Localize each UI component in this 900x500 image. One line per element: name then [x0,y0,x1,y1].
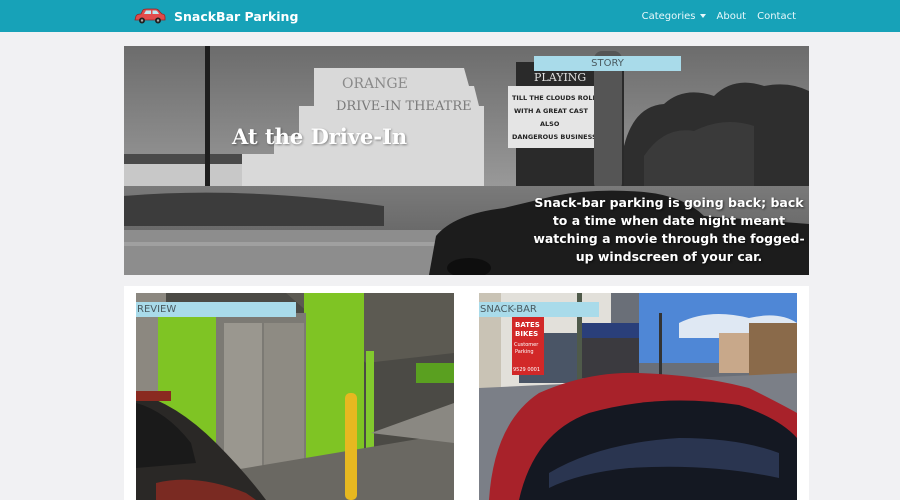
card-snack-bar-image: BATES BIKES Customer Parking 9529 0001 [479,293,797,500]
brand-name: SnackBar Parking [174,8,299,24]
hero-category-tag[interactable]: STORY [534,56,681,71]
car-icon [134,8,166,24]
marquee-line-4: ALSO [540,120,560,128]
shop-sign-line-5: 9529 0001 [513,367,540,373]
hero-text: Snack-bar parking is going back; back to… [533,195,805,264]
shop-sign-line-4: Parking [515,349,534,355]
shop-sign-line-1: BATES [515,321,540,329]
hero-banner[interactable]: ORANGE DRIVE-IN THEATRE PLAYING TILL THE… [124,46,809,275]
nav-contact-link[interactable]: Contact [757,11,796,22]
marquee-line-5: DANGEROUS BUSINESS [512,133,597,141]
shop-sign-line-3: Customer [514,342,539,348]
navbar: SnackBar Parking Categories About Contac… [0,0,900,32]
card-review[interactable]: REVIEW [136,293,454,500]
marquee-line-1: PLAYING [534,71,586,84]
card-review-tag[interactable]: REVIEW [136,302,296,317]
hero-title[interactable]: At the Drive-In [232,124,407,149]
sign-name: DRIVE-IN THEATRE [336,99,472,114]
marquee-line-3: WITH A GREAT CAST [514,107,589,115]
nav-categories-dropdown[interactable]: Categories [642,11,706,22]
sign-brand: ORANGE [342,76,408,92]
shop-sign-line-2: BIKES [515,330,538,338]
nav-about-link[interactable]: About [717,11,747,22]
card-snack-bar[interactable]: BATES BIKES Customer Parking 9529 0001 S… [479,293,797,500]
caret-down-icon [699,13,706,18]
nav-menu: Categories About Contact [642,0,796,32]
card-review-image [136,293,454,500]
nav-categories-label: Categories [641,10,696,22]
card-snack-bar-tag[interactable]: SNACK-BAR [479,302,599,317]
brand-link[interactable]: SnackBar Parking [132,6,298,26]
